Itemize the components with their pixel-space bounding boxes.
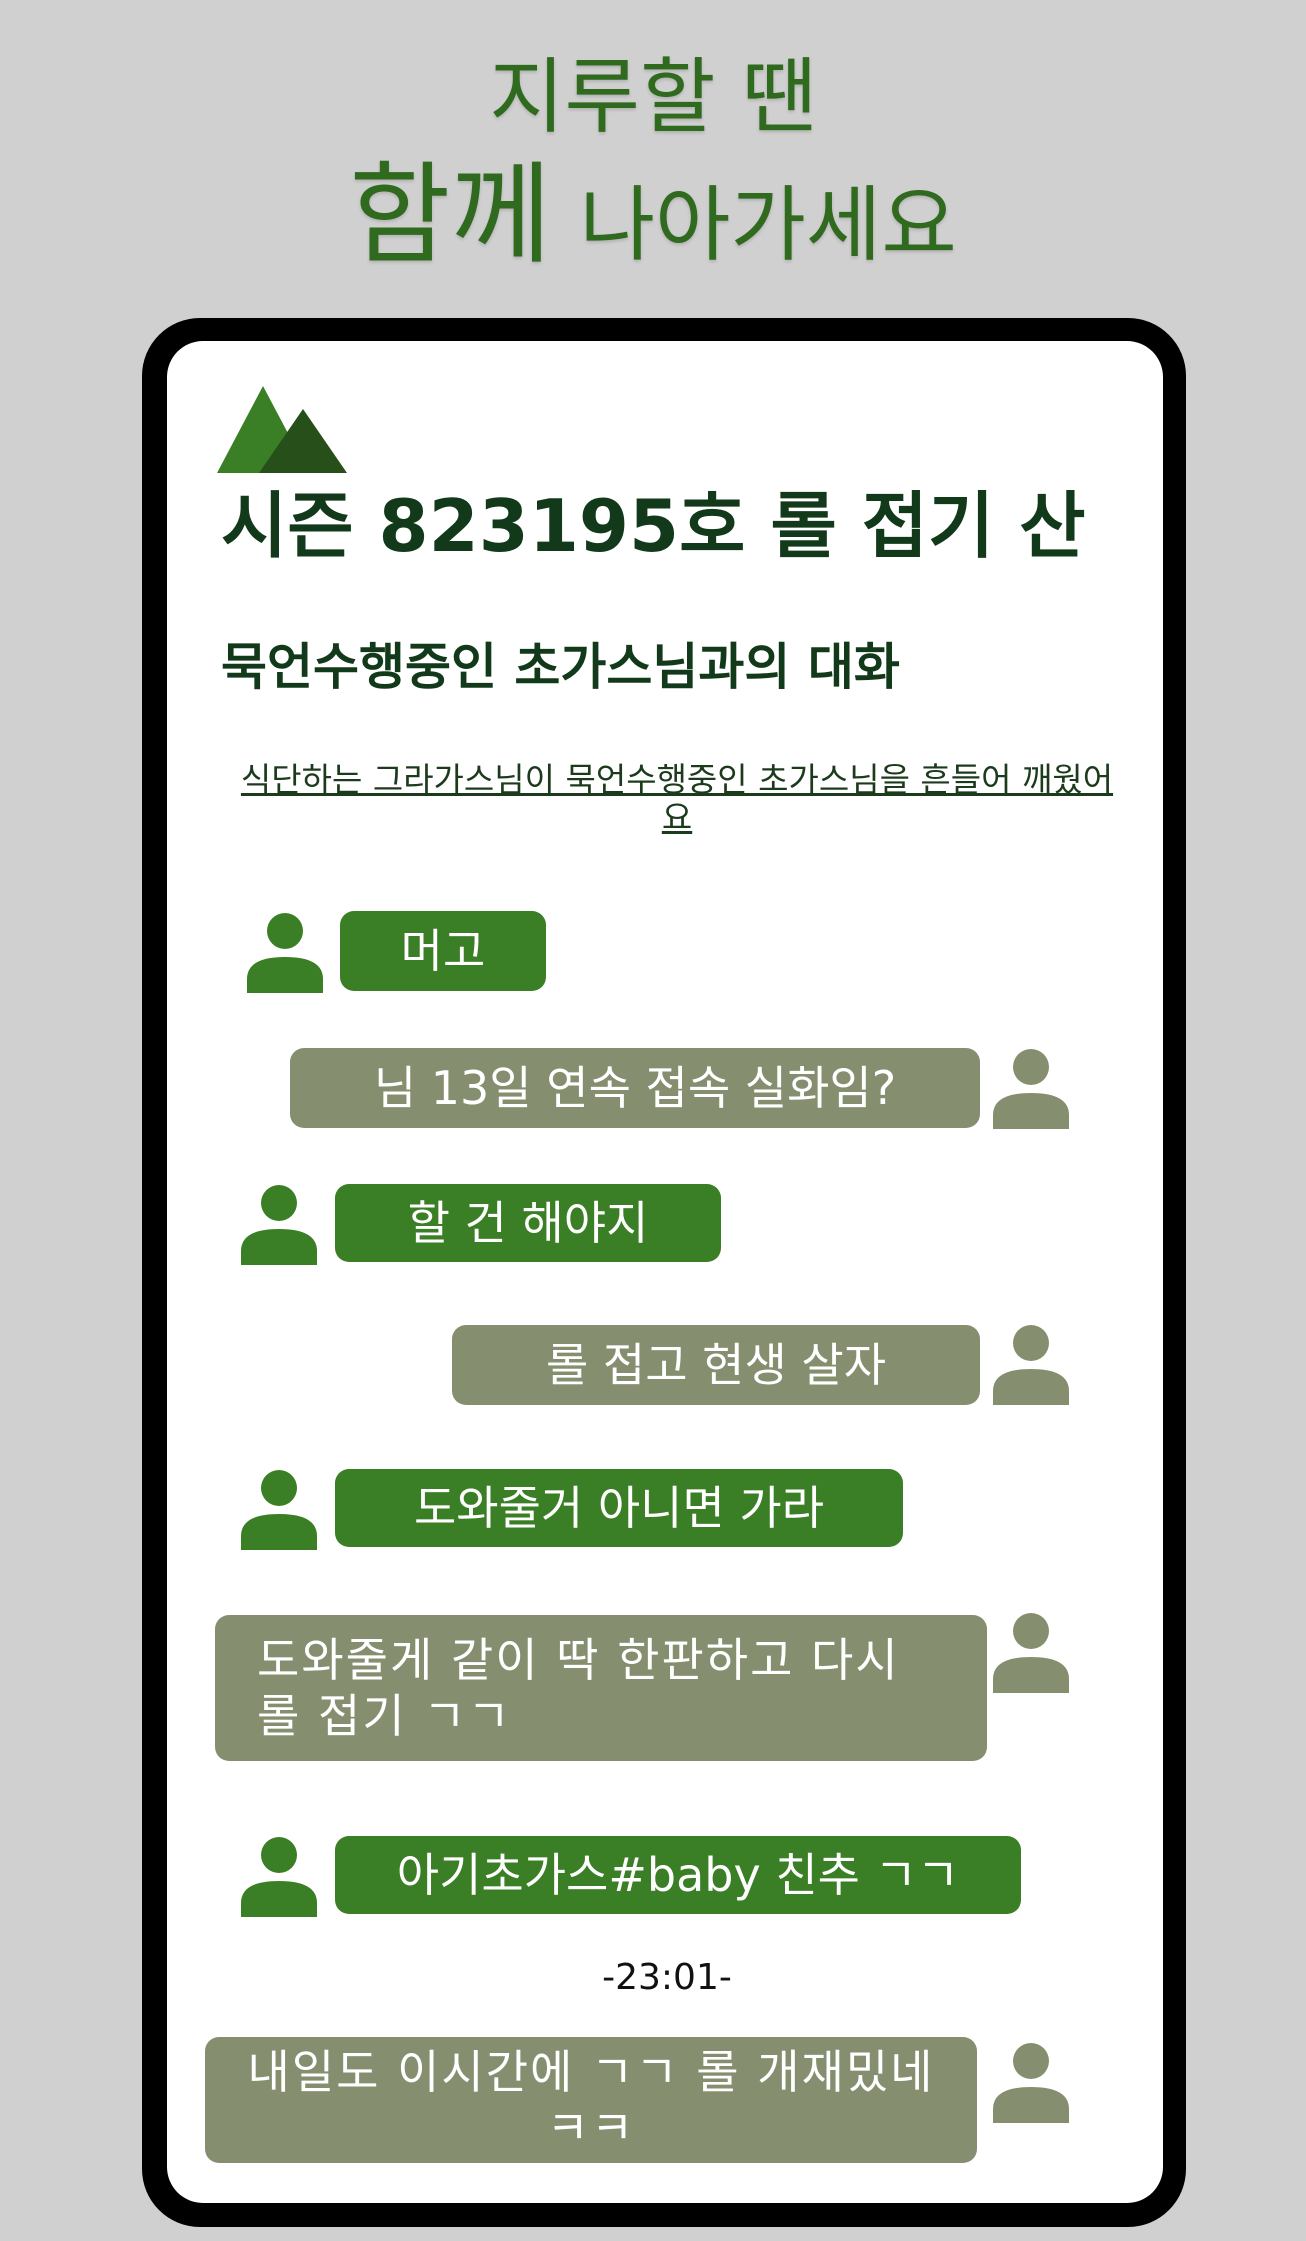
headline-line-2: 함께 나아가세요	[0, 150, 1306, 291]
chat-timestamp: -23:01-	[602, 1957, 732, 1998]
chat-message: 할 건 해야지	[335, 1184, 721, 1262]
chat-message: 도와줄거 아니면 가라	[335, 1469, 903, 1547]
chat-message: 도와줄게 같이 딱 한판하고 다시 롤 접기 ㄱㄱ	[215, 1615, 987, 1761]
headline-text-1: 지루할 땐	[489, 50, 817, 145]
phone-screen: 시즌 823195호 롤 접기 산 묵언수행중인 초가스님과의 대화 식단하는 …	[167, 341, 1163, 2203]
chat-message: 내일도 이시간에 ㄱㄱ 롤 개재밌네 ㅋㅋ	[205, 2037, 977, 2163]
app-title: 시즌 823195호 롤 접기 산	[221, 484, 1086, 568]
user-avatar-icon	[993, 2043, 1069, 2123]
chat-title: 묵언수행중인 초가스님과의 대화	[221, 638, 900, 696]
headline-line-1: 지루할 땐	[0, 48, 1306, 148]
promo-background: 지루할 땐 함께 나아가세요 시즌 823195호 롤 접기 산 묵언수행중인 초…	[0, 0, 1306, 2241]
headline-text-2: 나아가세요	[579, 178, 957, 273]
user-avatar-icon	[993, 1325, 1069, 1405]
chat-message: 머고	[340, 911, 546, 991]
chat-message: 롤 접고 현생 살자	[452, 1325, 980, 1405]
chat-message: 님 13일 연속 접속 실화임?	[290, 1048, 980, 1128]
chat-message: 아기초가스#baby 친추 ㄱㄱ	[335, 1836, 1021, 1914]
chat-notice: 식단하는 그라가스님이 묵언수행중인 초가스님을 흔들어 깨웠어요	[240, 760, 1114, 837]
user-avatar-icon	[241, 1185, 317, 1265]
mountain-logo-icon	[217, 386, 347, 473]
user-avatar-icon	[241, 1837, 317, 1917]
user-avatar-icon	[993, 1049, 1069, 1129]
user-avatar-icon	[241, 1470, 317, 1550]
headline-emphasis: 함께	[349, 151, 552, 279]
user-avatar-icon	[247, 913, 323, 993]
user-avatar-icon	[993, 1613, 1069, 1693]
